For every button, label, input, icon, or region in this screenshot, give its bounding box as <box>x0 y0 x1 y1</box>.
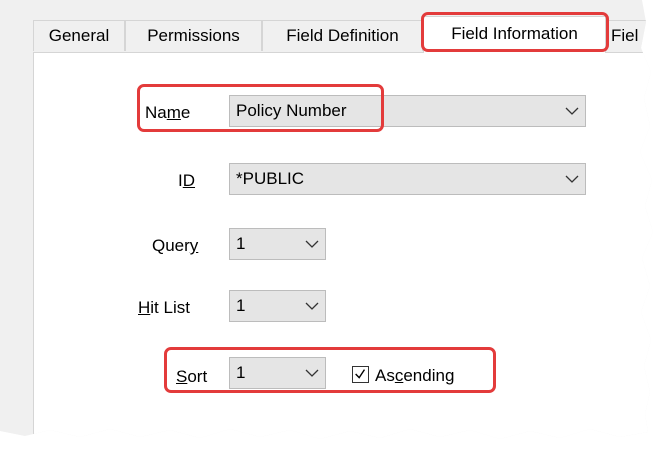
field-information-panel: Name Policy Number ID *PUBLIC Query 1 Hi… <box>33 52 653 439</box>
ascending-label[interactable]: Ascending <box>375 366 454 386</box>
id-value: *PUBLIC <box>236 169 305 188</box>
name-combobox[interactable]: Policy Number <box>229 95 586 127</box>
id-label: ID <box>178 171 196 190</box>
operators-group-label: Operators <box>88 439 164 458</box>
id-combobox[interactable]: *PUBLIC <box>229 163 586 195</box>
hit-list-label: Hit List <box>138 298 190 317</box>
screenshot-stage: Name Policy Number ID *PUBLIC Query 1 Hi… <box>0 0 661 458</box>
tab-field-definition[interactable]: Field Definition <box>262 20 423 51</box>
query-combobox[interactable]: 1 <box>229 228 326 260</box>
hit-list-value: 1 <box>236 296 246 315</box>
properties-dialog: Name Policy Number ID *PUBLIC Query 1 Hi… <box>0 0 653 458</box>
checkmark-icon <box>355 369 366 379</box>
name-label: Name <box>145 103 191 122</box>
tab-permissions[interactable]: Permissions <box>125 20 262 51</box>
chevron-down-icon <box>305 369 319 377</box>
chevron-down-icon <box>305 240 319 248</box>
chevron-down-icon <box>565 175 579 183</box>
ascending-checkbox[interactable] <box>352 366 369 383</box>
chevron-down-icon <box>565 107 579 115</box>
tab-field-information[interactable]: Field Information <box>423 16 606 53</box>
query-value: 1 <box>236 234 246 253</box>
tab-fields-partial[interactable]: Fiel <box>606 20 653 51</box>
name-value: Policy Number <box>236 101 347 120</box>
query-label: Query <box>152 236 199 255</box>
sort-value: 1 <box>236 363 246 382</box>
sort-label: Sort <box>176 367 208 386</box>
sort-combobox[interactable]: 1 <box>229 357 326 389</box>
tab-strip: General Permissions Field Definition Fie… <box>33 16 653 53</box>
tab-general[interactable]: General <box>33 20 125 51</box>
hit-list-combobox[interactable]: 1 <box>229 290 326 322</box>
chevron-down-icon <box>305 302 319 310</box>
